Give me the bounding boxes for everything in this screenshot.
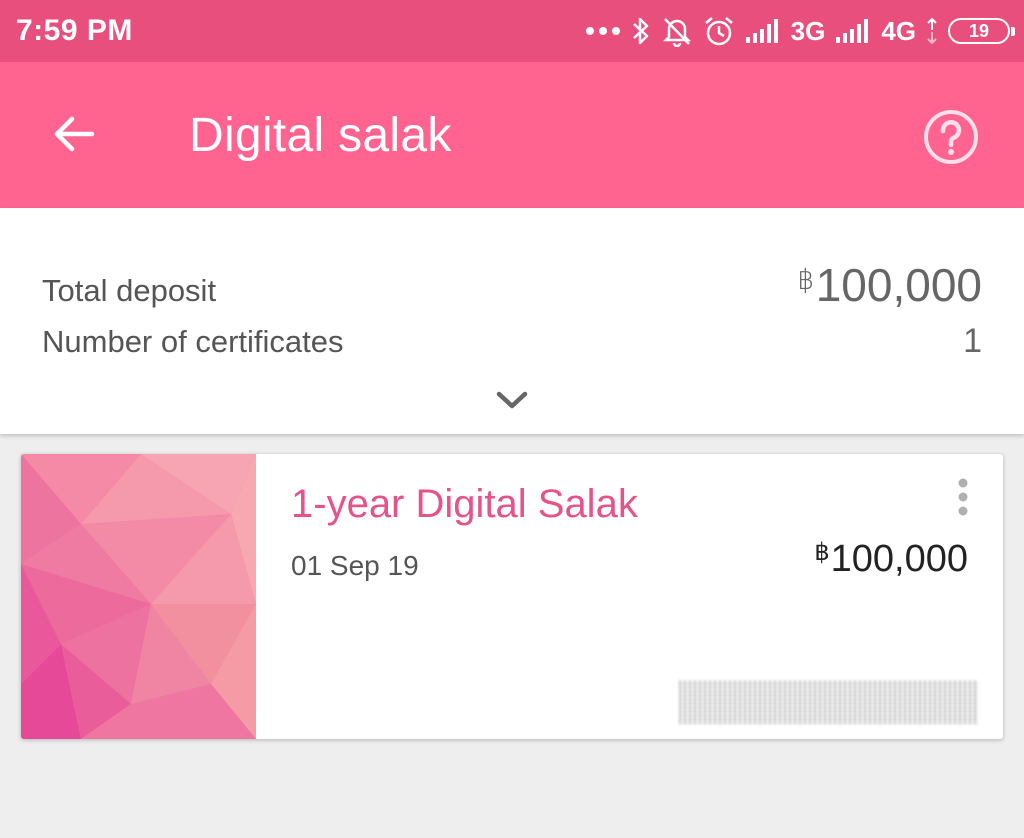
data-arrows-icon — [927, 17, 937, 45]
redacted-account-number — [679, 680, 979, 724]
currency-symbol: ฿ — [796, 264, 815, 295]
chevron-down-icon — [496, 391, 528, 409]
certificate-amount-value: 100,000 — [830, 538, 968, 580]
certificate-title: 1-year Digital Salak — [291, 482, 638, 526]
certificate-date: 01 Sep 19 — [291, 550, 419, 581]
certificate-card[interactable]: 1-year Digital Salak 01 Sep 19 ฿100,000 — [21, 454, 1003, 739]
total-deposit-amount: 100,000 — [815, 259, 982, 311]
certificate-amount: ฿100,000 — [814, 538, 968, 581]
more-dots-icon — [585, 27, 620, 35]
signal-icon-1 — [745, 19, 778, 43]
page-title: Digital salak — [189, 109, 452, 162]
status-icons: 3G 4G 19 — [585, 12, 1015, 50]
certificate-artwork — [21, 454, 256, 739]
back-button[interactable] — [44, 104, 104, 164]
expand-summary-button[interactable] — [488, 380, 536, 420]
certificate-currency-symbol: ฿ — [814, 539, 830, 566]
certificate-menu-button[interactable] — [945, 474, 981, 520]
silent-bell-icon — [662, 18, 691, 47]
certificates-count: 1 — [963, 322, 982, 360]
app-bar: Digital salak — [0, 62, 1024, 208]
total-deposit-label: Total deposit — [42, 273, 217, 308]
arrow-left-icon — [54, 116, 95, 152]
certificates-label: Number of certificates — [42, 324, 344, 359]
status-bar: 7:59 PM 3G 4G 19 — [0, 0, 1024, 62]
network-type-1: 3G — [790, 15, 826, 46]
more-vertical-icon — [958, 478, 968, 516]
bluetooth-icon — [632, 17, 648, 45]
battery-icon: 19 — [948, 18, 1015, 44]
total-deposit-row: Total deposit ฿100,000 — [42, 258, 982, 312]
help-button[interactable] — [922, 108, 980, 166]
network-type-2: 4G — [881, 15, 916, 46]
total-deposit-value: ฿100,000 — [797, 258, 982, 312]
certificates-row: Number of certificates 1 — [42, 322, 982, 361]
summary-card: Total deposit ฿100,000 Number of certifi… — [0, 208, 1024, 434]
alarm-icon — [704, 17, 733, 46]
status-time: 7:59 PM — [16, 14, 133, 47]
battery-level: 19 — [968, 20, 990, 41]
signal-icon-2 — [836, 19, 869, 43]
help-circle-icon — [924, 110, 978, 164]
